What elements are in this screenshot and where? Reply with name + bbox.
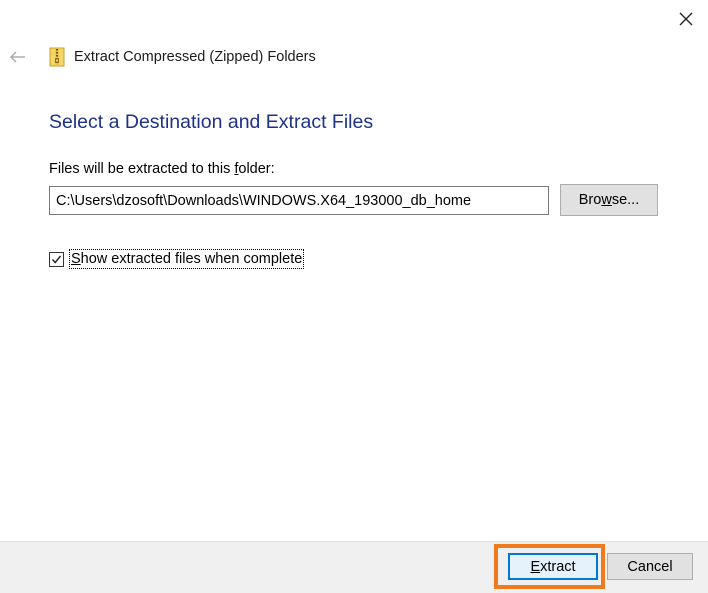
close-button[interactable] — [670, 6, 702, 32]
show-files-suffix: how extracted files when complete — [80, 251, 303, 267]
browse-label-accel: w — [601, 192, 612, 208]
checkmark-icon — [51, 255, 62, 264]
extract-button[interactable]: Extract — [508, 553, 598, 580]
page-heading: Select a Destination and Extract Files — [49, 111, 374, 133]
browse-label-prefix: Bro — [578, 192, 602, 208]
show-files-label[interactable]: Show extracted files when complete — [69, 249, 305, 269]
destination-label-prefix: Files will be extracted to this — [49, 161, 235, 177]
destination-label-suffix: older: — [238, 161, 275, 177]
cancel-button[interactable]: Cancel — [607, 553, 693, 580]
browse-button[interactable]: Browse... — [560, 184, 658, 216]
destination-path-input[interactable] — [49, 186, 549, 215]
show-files-accel: S — [71, 251, 81, 267]
destination-label: Files will be extracted to this folder: — [49, 161, 275, 177]
back-arrow-icon — [10, 51, 25, 63]
back-button[interactable] — [6, 45, 30, 69]
extract-label-suffix: xtract — [540, 558, 576, 575]
window-title: Extract Compressed (Zipped) Folders — [74, 49, 316, 65]
extract-label-accel: E — [530, 558, 541, 575]
browse-label-suffix: se... — [611, 192, 640, 208]
show-files-checkbox[interactable] — [49, 251, 64, 267]
close-icon — [679, 12, 693, 26]
zip-folder-icon — [49, 47, 65, 67]
show-files-option[interactable]: Show extracted files when complete — [49, 248, 305, 270]
